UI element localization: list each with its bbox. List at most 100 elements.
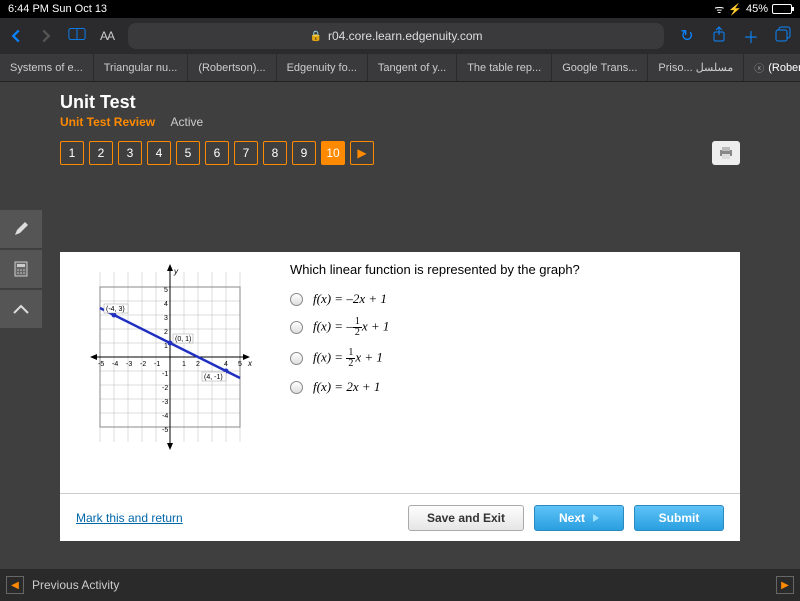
- svg-text:4: 4: [164, 301, 168, 308]
- svg-text:(4, -1): (4, -1): [204, 374, 223, 381]
- radio-a[interactable]: [290, 293, 303, 306]
- prev-arrow-icon[interactable]: ◀: [6, 576, 24, 594]
- qnum-9[interactable]: 9: [292, 141, 316, 165]
- question-panel: Which linear function is represented by …: [290, 262, 720, 493]
- tabs-button[interactable]: [774, 26, 792, 47]
- option-c-label: f(x) = 12x + 1: [313, 348, 383, 369]
- page: Unit Test Unit Test Review Active 1 2 3 …: [0, 82, 800, 601]
- forward-button[interactable]: [38, 28, 54, 44]
- tab-7[interactable]: Priso... مسلسل: [648, 54, 744, 81]
- page-subtitle: Unit Test Review Active: [60, 115, 800, 129]
- bookmarks-icon[interactable]: [68, 27, 86, 46]
- qnum-7[interactable]: 7: [234, 141, 258, 165]
- svg-text:5: 5: [164, 287, 168, 294]
- tab-2[interactable]: (Robertson)...: [188, 54, 276, 81]
- status-time: 6:44 PM Sun Oct 13: [8, 3, 107, 15]
- tab-4[interactable]: Tangent of y...: [368, 54, 457, 81]
- qnum-1[interactable]: 1: [60, 141, 84, 165]
- svg-text:-4: -4: [162, 413, 168, 420]
- collapse-tool[interactable]: [0, 290, 42, 328]
- review-label: Unit Test Review: [60, 115, 155, 129]
- prev-activity-label: Previous Activity: [32, 578, 119, 592]
- tab-0[interactable]: Systems of e...: [0, 54, 94, 81]
- save-exit-button[interactable]: Save and Exit: [408, 505, 524, 531]
- svg-text:(-4, 3): (-4, 3): [106, 306, 125, 313]
- svg-text:-5: -5: [162, 427, 168, 434]
- svg-text:-1: -1: [154, 361, 160, 368]
- svg-text:3: 3: [164, 315, 168, 322]
- option-d-label: f(x) = 2x + 1: [313, 379, 380, 395]
- text-size-button[interactable]: AA: [100, 29, 114, 43]
- page-header: Unit Test Unit Test Review Active: [0, 82, 800, 135]
- submit-button[interactable]: Submit: [634, 505, 724, 531]
- wifi-icon: ᯤ: [714, 2, 724, 17]
- option-a[interactable]: f(x) = –2x + 1: [290, 291, 720, 307]
- svg-text:1: 1: [182, 361, 186, 368]
- radio-d[interactable]: [290, 381, 303, 394]
- qnum-2[interactable]: 2: [89, 141, 113, 165]
- qnum-10[interactable]: 10: [321, 141, 345, 165]
- option-d[interactable]: f(x) = 2x + 1: [290, 379, 720, 395]
- svg-text:-3: -3: [162, 399, 168, 406]
- tab-6[interactable]: Google Trans...: [552, 54, 648, 81]
- next-arrow-icon[interactable]: ▶: [776, 576, 794, 594]
- battery-pct: 45%: [746, 3, 768, 15]
- question-nav: 1 2 3 4 5 6 7 8 9 10 ▶: [0, 135, 800, 175]
- next-button[interactable]: Next: [534, 505, 624, 531]
- url-bar[interactable]: 🔒 r04.core.learn.edgenuity.com: [128, 23, 664, 49]
- svg-text:2: 2: [196, 361, 200, 368]
- new-tab-button[interactable]: ＋: [742, 24, 760, 48]
- svg-text:-2: -2: [140, 361, 146, 368]
- close-tab-icon[interactable]: ⓧ: [754, 60, 764, 75]
- share-button[interactable]: [710, 26, 728, 47]
- svg-text:-2: -2: [162, 385, 168, 392]
- reload-button[interactable]: ↻: [678, 26, 696, 46]
- svg-text:2: 2: [164, 329, 168, 336]
- mark-and-return-link[interactable]: Mark this and return: [76, 511, 183, 525]
- card-footer: Mark this and return Save and Exit Next …: [60, 493, 740, 541]
- radio-c[interactable]: [290, 352, 303, 365]
- svg-text:-4: -4: [112, 361, 118, 368]
- qnum-6[interactable]: 6: [205, 141, 229, 165]
- active-label: Active: [170, 115, 203, 129]
- qnum-5[interactable]: 5: [176, 141, 200, 165]
- svg-text:(0, 1): (0, 1): [175, 336, 191, 343]
- tab-8[interactable]: ⓧ (Robertso...: [744, 54, 800, 81]
- tab-1[interactable]: Triangular nu...: [94, 54, 189, 81]
- page-title: Unit Test: [60, 92, 800, 113]
- svg-text:5: 5: [238, 361, 242, 368]
- battery-icon: [772, 4, 792, 14]
- radio-b[interactable]: [290, 321, 303, 334]
- tab-3[interactable]: Edgenuity fo...: [277, 54, 368, 81]
- qnum-4[interactable]: 4: [147, 141, 171, 165]
- option-b[interactable]: f(x) = –12x + 1: [290, 317, 720, 338]
- graph: y x -5 -4 -3 -2 -1 1 2 4 5 5 4 3 2 1 -1 -2 -3 -4 -5: [80, 262, 260, 493]
- option-b-label: f(x) = –12x + 1: [313, 317, 389, 338]
- qnum-3[interactable]: 3: [118, 141, 142, 165]
- status-right: ᯤ ⚡ 45%: [714, 2, 792, 17]
- previous-activity[interactable]: ◀ Previous Activity: [6, 576, 119, 594]
- svg-text:-1: -1: [162, 371, 168, 378]
- back-button[interactable]: [8, 28, 24, 44]
- calculator-tool[interactable]: [0, 250, 42, 288]
- svg-text:-5: -5: [98, 361, 104, 368]
- svg-text:1: 1: [164, 343, 168, 350]
- tab-5[interactable]: The table rep...: [457, 54, 552, 81]
- option-a-label: f(x) = –2x + 1: [313, 291, 387, 307]
- svg-text:x: x: [247, 359, 253, 368]
- question-text: Which linear function is represented by …: [290, 262, 720, 277]
- pencil-tool[interactable]: [0, 210, 42, 248]
- bottom-bar: ◀ Previous Activity ▶: [0, 569, 800, 601]
- lock-icon: 🔒: [310, 31, 322, 42]
- charge-icon: ⚡: [728, 3, 742, 16]
- qnum-next[interactable]: ▶: [350, 141, 374, 165]
- status-bar: 6:44 PM Sun Oct 13 ᯤ ⚡ 45%: [0, 0, 800, 18]
- svg-text:4: 4: [224, 361, 228, 368]
- qnum-8[interactable]: 8: [263, 141, 287, 165]
- svg-text:-3: -3: [126, 361, 132, 368]
- content-card: y x -5 -4 -3 -2 -1 1 2 4 5 5 4 3 2 1 -1 -2 -3 -4 -5: [60, 252, 740, 541]
- svg-text:y: y: [173, 267, 179, 276]
- browser-toolbar: AA 🔒 r04.core.learn.edgenuity.com ↻ ＋: [0, 18, 800, 54]
- print-button[interactable]: [712, 141, 740, 165]
- option-c[interactable]: f(x) = 12x + 1: [290, 348, 720, 369]
